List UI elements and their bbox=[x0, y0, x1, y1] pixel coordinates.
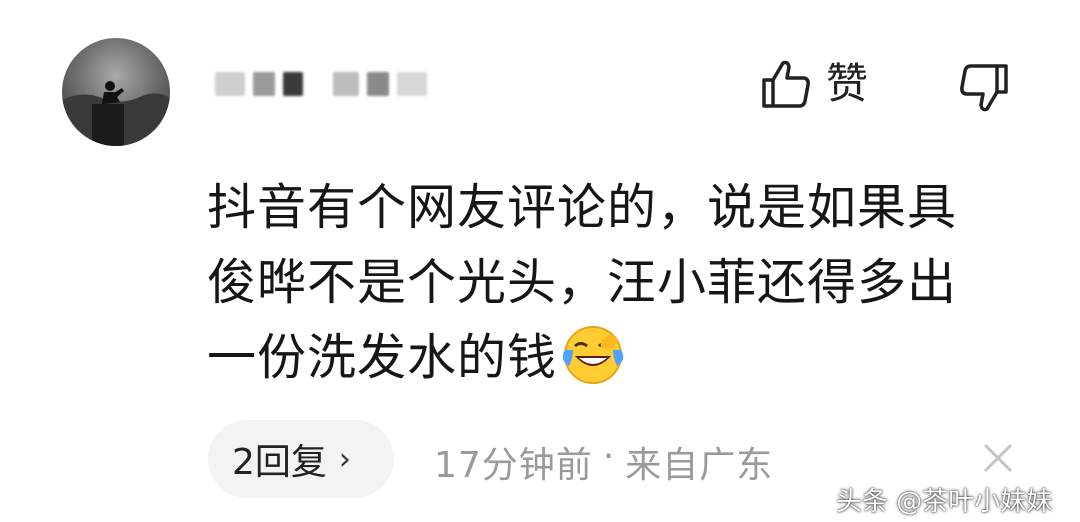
dislike-button[interactable] bbox=[958, 62, 1010, 118]
laughing-crying-emoji-icon bbox=[561, 324, 625, 386]
watermark: 头条 @茶叶小妹妹 bbox=[836, 487, 1053, 517]
meta-separator: · bbox=[602, 436, 616, 477]
comment-line-text: 一份洗发水的钱 bbox=[207, 329, 558, 386]
comment-line: 俊晔不是个光头，汪小菲还得多出 bbox=[207, 254, 958, 311]
close-icon bbox=[984, 444, 1012, 472]
location: 来自广东 bbox=[625, 445, 774, 486]
avatar-image bbox=[62, 81, 170, 146]
comment-text: 抖音有个网友评论的，说是如果具 俊晔不是个光头，汪小菲还得多出 一份洗发水的钱 bbox=[207, 170, 1027, 395]
comment-line: 抖音有个网友评论的，说是如果具 bbox=[207, 179, 958, 236]
thumbs-up-icon bbox=[762, 60, 810, 108]
like-label: 赞 bbox=[826, 59, 869, 108]
timestamp: 17分钟前 bbox=[434, 445, 593, 486]
comment-meta: 17分钟前 · 来自广东 bbox=[434, 436, 773, 488]
thumbs-down-icon bbox=[960, 64, 1008, 112]
username-redacted[interactable] bbox=[215, 70, 427, 98]
view-replies-button[interactable]: 2回复 › bbox=[208, 420, 394, 498]
avatar[interactable] bbox=[62, 38, 170, 146]
reply-count-label: 2回复 bbox=[232, 442, 327, 483]
like-button[interactable]: 赞 bbox=[760, 58, 868, 110]
close-button[interactable] bbox=[982, 442, 1014, 474]
comment-line: 一份洗发水的钱 bbox=[207, 320, 1027, 395]
chevron-right-icon: › bbox=[338, 441, 351, 477]
